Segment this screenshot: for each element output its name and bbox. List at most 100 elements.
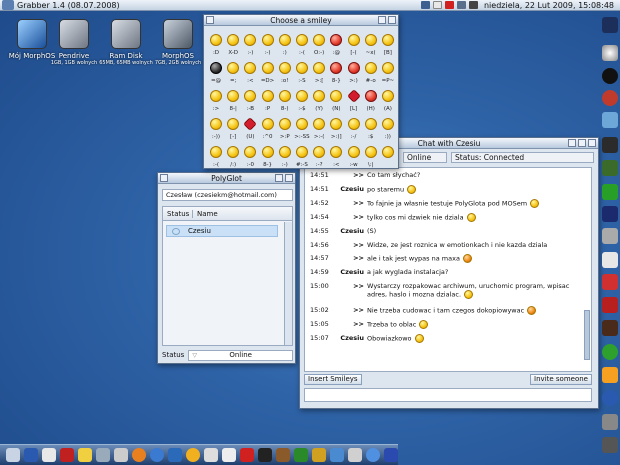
smiley-button[interactable]: [363, 115, 379, 132]
smiley-button[interactable]: [242, 31, 258, 48]
calculator-icon[interactable]: [114, 448, 128, 462]
smiley-button[interactable]: [208, 87, 224, 104]
help-icon[interactable]: [602, 390, 618, 406]
smiley-button[interactable]: [380, 31, 396, 48]
browser-icon[interactable]: [602, 90, 618, 106]
smiley-button[interactable]: [363, 59, 379, 76]
smiley-button[interactable]: [277, 115, 293, 132]
music-icon[interactable]: [258, 448, 272, 462]
monitor-icon[interactable]: [602, 137, 618, 153]
globe-icon[interactable]: [150, 448, 164, 462]
smiley-button[interactable]: [277, 87, 293, 104]
close-icon[interactable]: [160, 174, 168, 182]
zoom-icon[interactable]: [275, 174, 283, 182]
invite-someone-button[interactable]: Invite someone: [530, 374, 592, 385]
smiley-button[interactable]: [277, 31, 293, 48]
smiley-button[interactable]: [260, 59, 276, 76]
desktop-icon-ram-disk[interactable]: Ram Disk 65MB, 65MB wolnych: [96, 19, 156, 66]
star-icon[interactable]: [312, 448, 326, 462]
smiley-button[interactable]: [242, 87, 258, 104]
desktop-icon-morphos[interactable]: MorphOS 7GB, 2GB wolnych: [148, 19, 208, 66]
pdf-icon[interactable]: [60, 448, 74, 462]
search-icon[interactable]: [96, 448, 110, 462]
settings-icon[interactable]: [602, 112, 618, 128]
smiley-button[interactable]: [328, 115, 344, 132]
drive-icon[interactable]: [432, 1, 442, 9]
chat-log[interactable]: 14:51 >> Co tam słychać? 14:51 Czesiu po star…: [304, 167, 592, 372]
smiley-button[interactable]: [208, 31, 224, 48]
smiley-button[interactable]: [346, 143, 362, 160]
smiley-button[interactable]: [328, 59, 344, 76]
polyglot-icon[interactable]: [602, 344, 618, 360]
smiley-button[interactable]: [260, 31, 276, 48]
iconify-icon[interactable]: [568, 139, 576, 147]
smiley-button[interactable]: [346, 87, 362, 104]
smiley-button[interactable]: [242, 59, 258, 76]
smiley-button[interactable]: [260, 143, 276, 160]
app-icon[interactable]: [602, 297, 618, 313]
smiley-button[interactable]: [311, 115, 327, 132]
chat-scrollbar[interactable]: [584, 170, 590, 370]
smiley-button[interactable]: [225, 31, 241, 48]
flag-icon[interactable]: [602, 274, 618, 290]
network-icon[interactable]: [456, 1, 466, 9]
smiley-button[interactable]: [363, 31, 379, 48]
media-icon[interactable]: [240, 448, 254, 462]
status-select[interactable]: ▽ Online: [188, 349, 293, 361]
smiley-button[interactable]: [225, 87, 241, 104]
smiley-titlebar[interactable]: Choose a smiley: [204, 15, 398, 26]
smiley-button[interactable]: [346, 115, 362, 132]
smiley-button[interactable]: [225, 143, 241, 160]
smiley-button[interactable]: [260, 87, 276, 104]
contact-row[interactable]: Czesiu: [166, 225, 278, 237]
smiley-button[interactable]: [380, 59, 396, 76]
speaker-icon[interactable]: [468, 1, 478, 9]
smiley-button[interactable]: [294, 143, 310, 160]
zoom-icon[interactable]: [378, 16, 386, 24]
smiley-button[interactable]: [328, 87, 344, 104]
smiley-button[interactable]: [294, 87, 310, 104]
smiley-button[interactable]: [311, 87, 327, 104]
trash-icon[interactable]: [602, 414, 618, 430]
star-icon[interactable]: [602, 367, 618, 383]
tool-icon[interactable]: [6, 448, 20, 462]
smiley-button[interactable]: [328, 143, 344, 160]
media-player-icon[interactable]: [602, 68, 618, 84]
column-header-status[interactable]: Status: [163, 209, 193, 218]
smiley-button[interactable]: [294, 59, 310, 76]
sun-icon[interactable]: [366, 448, 380, 462]
smiley-button[interactable]: [208, 115, 224, 132]
depth-icon[interactable]: [588, 139, 596, 147]
smiley-button[interactable]: [242, 143, 258, 160]
paint-icon[interactable]: [78, 448, 92, 462]
tool-icon[interactable]: [602, 228, 618, 244]
network-icon[interactable]: [330, 448, 344, 462]
smiley-button[interactable]: [311, 31, 327, 48]
terminal-icon[interactable]: [602, 17, 618, 33]
flag-icon[interactable]: [24, 448, 38, 462]
smiley-button[interactable]: [225, 59, 241, 76]
desktop-icon-pendrive[interactable]: Pendrive 1GB, 1GB wolnych: [44, 19, 104, 66]
smiley-button[interactable]: [363, 87, 379, 104]
smiley-button[interactable]: [363, 143, 379, 160]
smiley-button[interactable]: [277, 143, 293, 160]
alert-icon[interactable]: [444, 1, 454, 9]
game-icon[interactable]: [602, 160, 618, 176]
smiley-button[interactable]: [346, 31, 362, 48]
smiley-button[interactable]: [311, 143, 327, 160]
contact-list-scrollbar[interactable]: [284, 222, 292, 345]
disc-icon[interactable]: [602, 45, 618, 61]
document-icon[interactable]: [42, 448, 56, 462]
smiley-button[interactable]: [208, 143, 224, 160]
document-icon[interactable]: [602, 252, 618, 268]
chat-app-icon[interactable]: [602, 184, 618, 200]
insert-smileys-button[interactable]: Insert Smileys: [304, 374, 362, 385]
smiley-button[interactable]: [260, 115, 276, 132]
smiley-button[interactable]: [208, 59, 224, 76]
chess-icon[interactable]: [602, 320, 618, 336]
zoom-icon[interactable]: [578, 139, 586, 147]
image-icon[interactable]: [204, 448, 218, 462]
clock-icon[interactable]: [132, 448, 146, 462]
smiley-button[interactable]: [277, 59, 293, 76]
polyglot-titlebar[interactable]: PolyGlot: [158, 173, 295, 184]
